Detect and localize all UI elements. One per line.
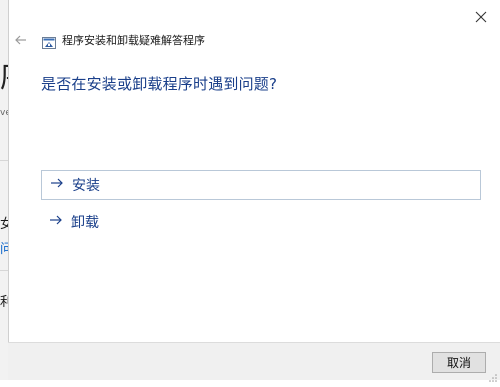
troubleshooter-app-icon bbox=[42, 34, 56, 49]
option-install-label: 安装 bbox=[72, 178, 100, 194]
troubleshooter-dialog: 程序安装和卸载疑难解答程序 是否在安装或卸载程序时遇到问题? 安装 卸载 bbox=[8, 0, 500, 380]
option-uninstall-label: 卸载 bbox=[71, 215, 99, 231]
background-text-fragment: 利 bbox=[0, 295, 8, 310]
dialog-footer: 取消 bbox=[8, 342, 500, 382]
background-link-fragment: 问 bbox=[0, 242, 8, 257]
question-heading: 是否在安装或卸载程序时遇到问题? bbox=[41, 75, 278, 93]
option-uninstall[interactable]: 卸载 bbox=[41, 207, 481, 237]
background-heading-fragment: 序 bbox=[0, 52, 8, 96]
close-icon[interactable] bbox=[470, 6, 492, 28]
background-divider bbox=[0, 160, 8, 161]
right-arrow-icon bbox=[50, 177, 66, 193]
option-install[interactable]: 安装 bbox=[41, 170, 481, 200]
resize-grip-icon[interactable] bbox=[488, 368, 498, 382]
background-text-fragment: ve bbox=[0, 108, 8, 118]
background-window-strip: 序 ve 女 问 利 bbox=[0, 0, 8, 380]
cancel-button[interactable]: 取消 bbox=[432, 352, 486, 373]
dialog-title-bar: 程序安装和卸载疑难解答程序 bbox=[14, 30, 205, 50]
background-text-fragment: 女 bbox=[0, 217, 8, 232]
back-arrow-icon[interactable] bbox=[14, 33, 28, 47]
right-arrow-icon bbox=[49, 214, 65, 230]
background-divider bbox=[0, 270, 8, 271]
dialog-title: 程序安装和卸载疑难解答程序 bbox=[62, 34, 205, 47]
